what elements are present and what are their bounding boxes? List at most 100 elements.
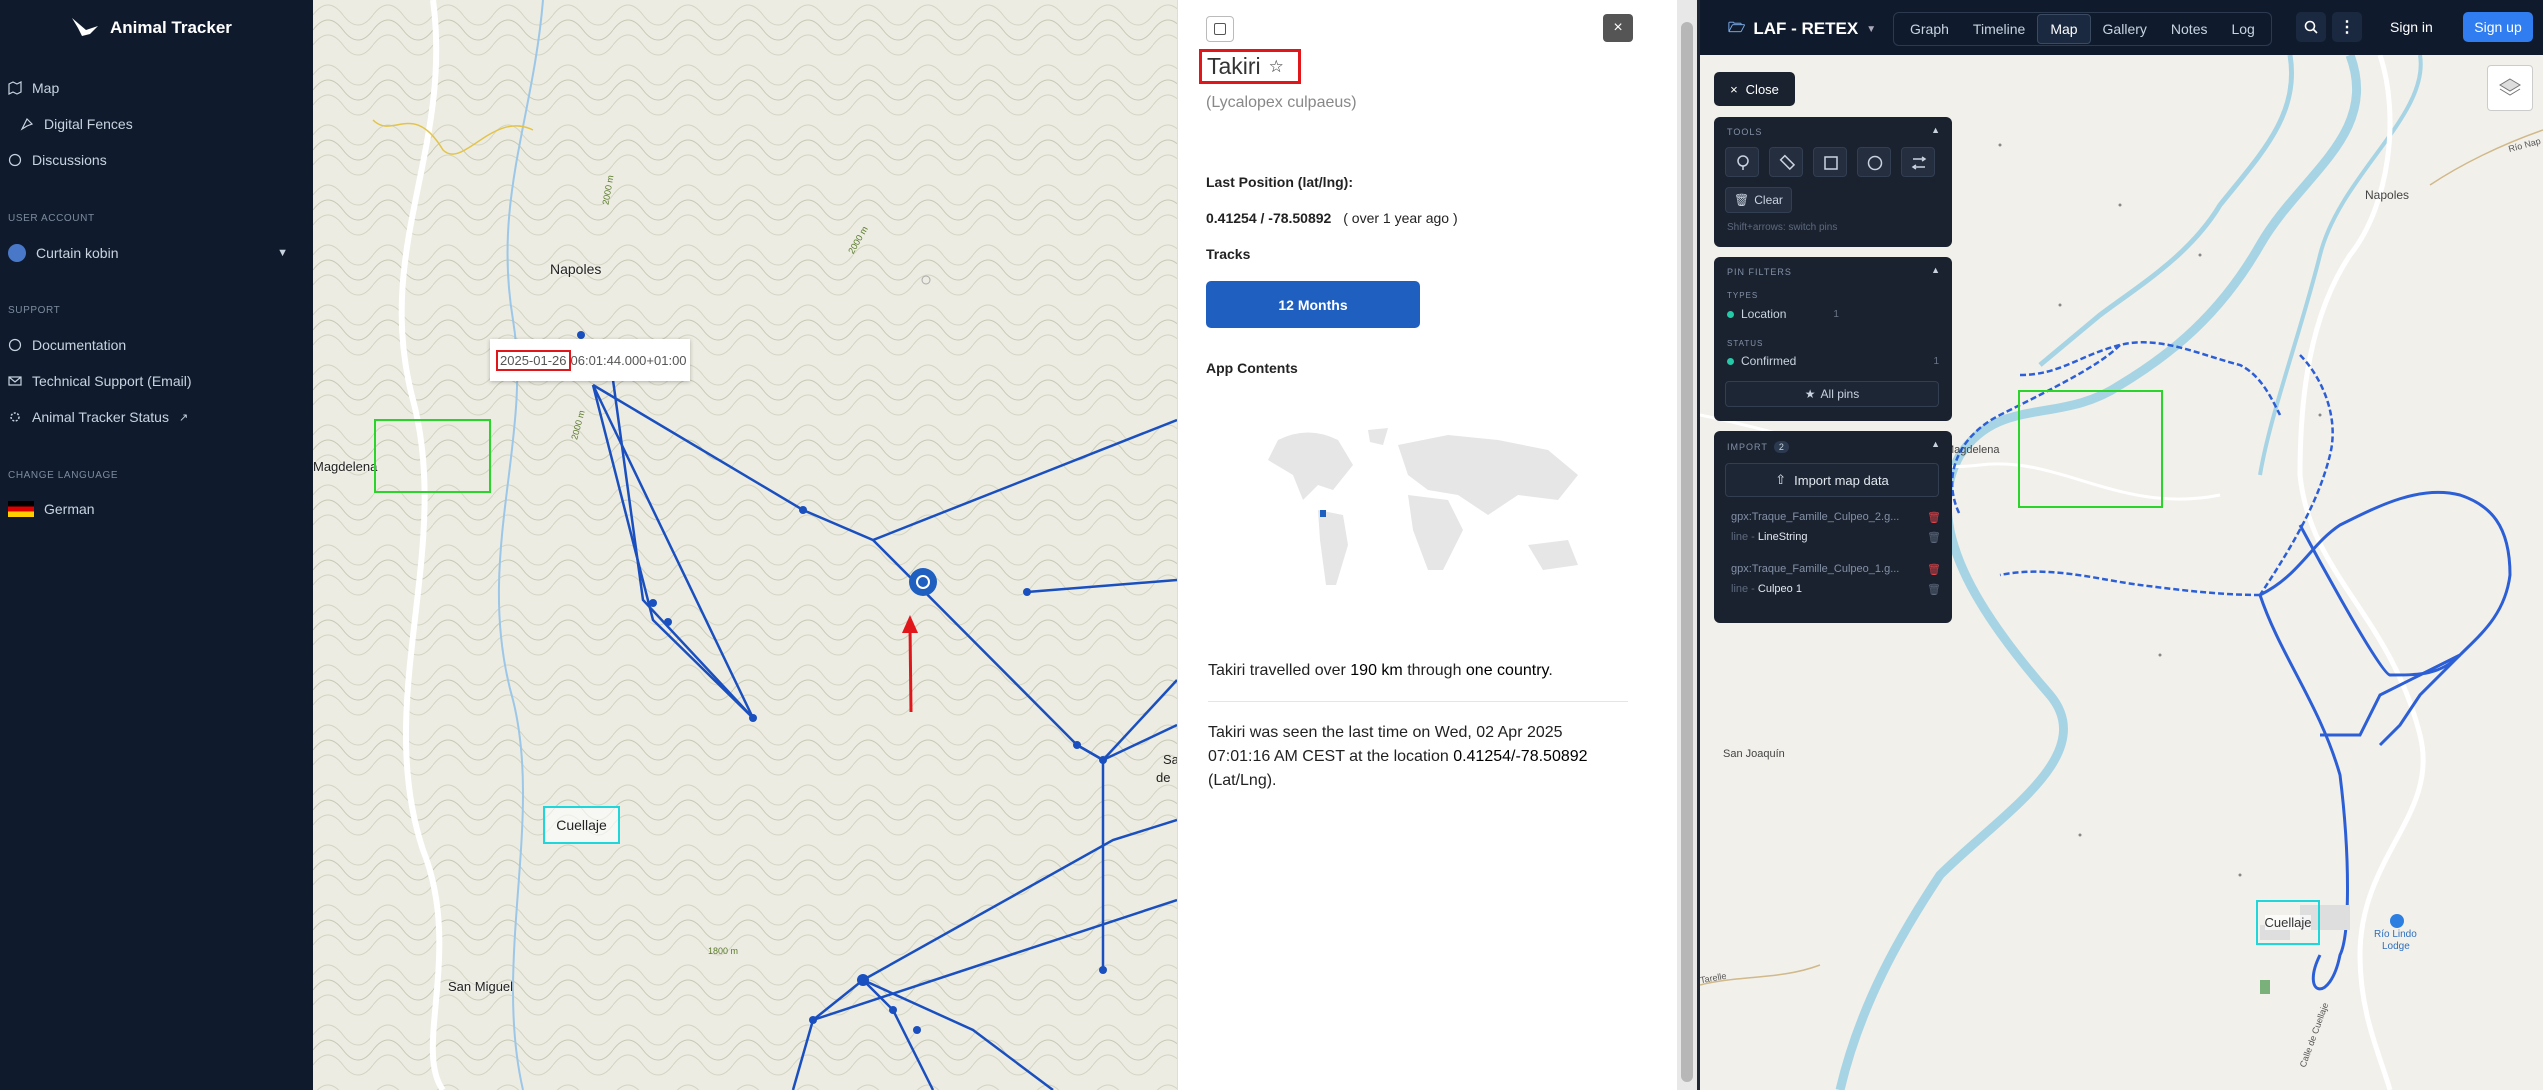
magdelena-highlight [2018,390,2163,508]
timestamp-tooltip: 2025-01-26 06:01:44.000+01:00 [490,339,690,381]
teal-dot-icon [1727,357,1734,365]
chevron-down-icon: ▼ [277,247,288,259]
tab-timeline[interactable]: Timeline [1961,15,2037,43]
brand-name: Animal Tracker [110,18,232,37]
map-label-magdelena: Magdelena [313,459,378,474]
cuellaje-highlight: Cuellaje [543,806,620,844]
tracks-12-months-button[interactable]: 12 Months [1206,281,1420,328]
layers-button[interactable] [2487,65,2533,111]
trash-icon[interactable]: 🗑 [1927,583,1941,596]
ruler-icon [1779,154,1796,171]
last-position-age: ( over 1 year ago ) [1343,210,1458,226]
chevron-up-icon[interactable]: ▲ [1931,439,1940,449]
upload-icon: ⇧ [1775,472,1787,487]
folder-icon: 🗁 [1728,19,1746,35]
map-label-rio-lindo: Río Lindo [2374,929,2417,940]
chevron-down-icon: ▼ [1866,23,1877,35]
support-email[interactable]: Technical Support (Email) [8,373,192,389]
last-seen-location: 0.41254/-78.50892 [1453,748,1588,765]
support-documentation[interactable]: Documentation [8,337,126,353]
animal-detail-panel: × Takiri ☆ (Lycalopex culpaeus) Last Pos… [1177,0,1677,1090]
delete-icon[interactable]: 🗑 [1927,563,1941,576]
ruler-tool-button[interactable] [1769,147,1803,177]
filter-type-location[interactable]: Location 1 [1727,307,1939,321]
discussion-icon [8,153,22,167]
user-menu[interactable]: Curtain kobin ▼ [8,244,288,262]
circle-icon [1867,155,1883,171]
brand[interactable]: Animal Tracker [70,14,232,42]
close-icon: × [1730,81,1738,97]
switch-pins-hint: Shift+arrows: switch pins [1727,222,1838,233]
trash-icon[interactable]: 🗑 [1927,531,1941,544]
summary-distance: 190 km [1350,662,1403,679]
detail-scrollbar[interactable] [1677,0,1697,1090]
tracks-button-label: 12 Months [1278,296,1348,313]
last-position-row: 0.41254 / -78.50892 ( over 1 year ago ) [1206,210,1458,226]
last-position-label: Last Position (lat/lng): [1206,174,1353,190]
nav-label-digital-fences: Digital Fences [44,116,133,132]
left-map-canvas[interactable] [313,0,1177,1090]
language-label: German [44,501,95,517]
close-panel-button[interactable]: × [1603,14,1633,42]
nav-item-map[interactable]: Map [8,80,59,96]
circle-tool-button[interactable] [1857,147,1891,177]
status-confirmed-count: 1 [1933,355,1939,367]
tab-notes[interactable]: Notes [2159,15,2220,43]
chevron-up-icon[interactable]: ▲ [1931,265,1940,275]
tab-log[interactable]: Log [2219,15,2266,43]
close-tools-button[interactable]: × Close [1714,72,1795,106]
world-map [1268,428,1578,585]
summary-pre: Takiri travelled over [1208,662,1351,679]
tooltip-time: 06:01:44.000+01:00 [570,352,687,368]
all-pins-button[interactable]: ★ All pins [1725,381,1939,407]
user-avatar-icon [8,244,26,262]
sign-in-link[interactable]: Sign in [2390,19,2433,35]
left-map[interactable]: Napoles Magdelena San Miguel 2000 m 2000… [313,0,1177,1090]
more-menu-button[interactable]: ⋮ [2332,12,2362,42]
import-count-badge: 2 [1773,441,1789,453]
tab-graph[interactable]: Graph [1898,15,1961,43]
current-position-marker [909,568,937,596]
clear-button[interactable]: 🗑 Clear [1725,187,1792,213]
search-button[interactable] [2296,12,2326,42]
type-location-count: 1 [1833,308,1839,320]
pin-tool-button[interactable] [1725,147,1759,177]
scrollbar-thumb[interactable] [1681,22,1693,1082]
kebab-menu-icon: ⋮ [2339,19,2355,36]
map-label-napoles: Napoles [2365,188,2410,202]
support-status[interactable]: Animal Tracker Status ↗ [8,409,188,425]
chevron-up-icon[interactable]: ▲ [1931,125,1940,135]
last-seen-post: (Lat/Lng). [1208,772,1277,789]
tab-gallery[interactable]: Gallery [2091,15,2159,43]
nav-item-digital-fences[interactable]: Digital Fences [20,116,133,132]
sign-up-button[interactable]: Sign up [2463,12,2533,42]
map-label-cuellaje: Cuellaje [2264,915,2312,930]
nav-item-discussions[interactable]: Discussions [8,152,107,168]
status-confirmed-label: Confirmed [1741,354,1797,368]
filter-status-confirmed[interactable]: Confirmed 1 [1727,354,1939,368]
lodge-marker-icon [2390,914,2404,928]
import-map-data-button[interactable]: ⇧ Import map data [1725,463,1939,497]
star-icon[interactable]: ☆ [1269,57,1284,77]
tab-map[interactable]: Map [2037,14,2091,44]
star-icon: ★ [1804,387,1816,401]
delete-icon[interactable]: 🗑 [1927,511,1941,524]
close-label: Close [1745,81,1779,97]
type-location-label: Location [1741,307,1787,321]
map-label-cuellaje: Cuellaje [556,817,607,833]
language-selector[interactable]: German [8,501,95,517]
species-name: (Lycalopex culpaeus) [1206,94,1357,111]
tooltip-date: 2025-01-26 [496,349,571,371]
file-1-label: LineString [1757,531,1808,543]
rectangle-tool-button[interactable] [1813,147,1847,177]
file-1-detail: line - LineString [1731,531,1941,543]
search-icon [2304,20,2318,34]
status-label: STATUS [1727,339,1764,348]
route-tool-button[interactable] [1901,147,1935,177]
detail-icon-button[interactable] [1206,16,1234,42]
import-button-label: Import map data [1794,472,1889,488]
route-icon [1911,156,1927,170]
import-file-1[interactable]: gpx:Traque_Famille_Culpeo_2.g... line - … [1731,511,1941,544]
import-file-2[interactable]: gpx:Traque_Famille_Culpeo_1.g... line - … [1731,563,1941,596]
project-selector[interactable]: 🗁 LAF - RETEX ▼ [1728,17,1876,41]
